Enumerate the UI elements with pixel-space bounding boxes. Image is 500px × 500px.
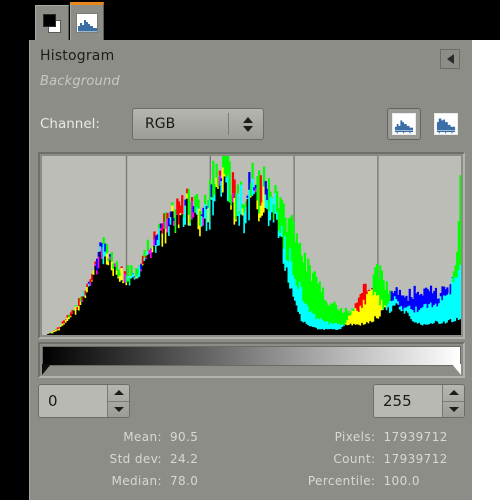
range-high-decrement-button[interactable] [443, 402, 464, 418]
range-high-input[interactable] [374, 385, 442, 417]
histogram-dialog-window: Histogram Background Channel: RGB 0 255 … [0, 0, 500, 500]
caret-up-icon [448, 390, 459, 396]
histogram-plot-frame [38, 152, 465, 339]
stat-label: Pixels: [334, 430, 376, 444]
stat-value: 100.0 [383, 474, 420, 488]
range-low-input[interactable] [39, 385, 107, 417]
stat-median: Median: 78.0 [38, 470, 252, 492]
stat-label: Median: [111, 474, 162, 488]
caret-down-icon [448, 406, 459, 412]
histogram-panel: Histogram Background Channel: RGB 0 255 … [29, 40, 472, 500]
range-low-increment-button[interactable] [108, 385, 129, 402]
channel-label: Channel: [40, 116, 100, 132]
tab-histogram[interactable] [70, 2, 104, 40]
tab-foreground-background-color[interactable] [35, 5, 69, 40]
channel-row: Channel: RGB [40, 108, 463, 142]
stat-value: 78.0 [170, 474, 199, 488]
range-gradient-bar[interactable] [42, 346, 461, 366]
logarithmic-histogram-button[interactable] [429, 108, 463, 140]
stat-label: Count: [333, 452, 376, 466]
range-low-spin-buttons [107, 385, 129, 417]
page-title: Histogram [40, 48, 115, 64]
range-high-spin-buttons [442, 385, 464, 417]
range-high-increment-button[interactable] [443, 385, 464, 402]
caret-up-icon [113, 390, 124, 396]
fg-bg-color-icon [41, 12, 63, 34]
range-high-spinner[interactable] [373, 384, 465, 418]
window-backdrop-left [0, 0, 29, 500]
stat-percentile: Percentile: 100.0 [252, 470, 466, 492]
range-low-marker[interactable] [42, 364, 51, 375]
linear-histogram-button[interactable] [387, 108, 421, 140]
histogram-log-icon [434, 113, 458, 135]
stat-value: 24.2 [170, 452, 199, 466]
histogram-plot[interactable] [42, 156, 461, 335]
histogram-scale-buttons [387, 108, 463, 140]
stat-count: Count: 17939712 [252, 448, 466, 470]
triangle-left-icon [446, 54, 454, 64]
stat-pixels: Pixels: 17939712 [252, 426, 466, 448]
dock-tab-strip [29, 0, 472, 40]
range-low-decrement-button[interactable] [108, 402, 129, 418]
stat-mean: Mean: 90.5 [38, 426, 252, 448]
range-low-spinner[interactable] [38, 384, 130, 418]
channel-select[interactable]: RGB [132, 108, 264, 140]
histogram-icon [76, 12, 98, 33]
stat-label: Std dev: [109, 452, 162, 466]
collapse-panel-button[interactable] [440, 49, 460, 69]
range-markers [42, 364, 461, 375]
range-gradient-frame [38, 342, 465, 378]
layer-name-label: Background [40, 74, 120, 89]
histogram-canvas [46, 156, 461, 335]
range-high-marker[interactable] [452, 364, 461, 375]
stat-label: Mean: [123, 430, 162, 444]
chevron-up-down-icon[interactable] [238, 116, 258, 132]
caret-down-icon [113, 406, 124, 412]
histogram-linear-icon [392, 113, 416, 135]
stat-value: 90.5 [170, 430, 199, 444]
channel-selected-value: RGB [145, 116, 176, 132]
stat-std-dev: Std dev: 24.2 [38, 448, 252, 470]
stat-value: 17939712 [383, 430, 448, 444]
stat-label: Percentile: [307, 474, 376, 488]
stat-value: 17939712 [383, 452, 448, 466]
statistics-grid: Mean: 90.5 Pixels: 17939712 Std dev: 24.… [38, 426, 465, 492]
select-divider [228, 113, 229, 135]
